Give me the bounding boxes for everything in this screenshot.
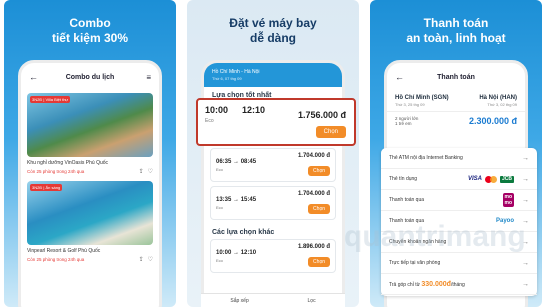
- installment-amount: 330.000đ: [421, 280, 451, 288]
- tour-card[interactable]: 3N2Đ | Villa Biệt thự Khu nghỉ dưỡng Vin…: [27, 93, 153, 175]
- share-icon[interactable]: ⇪: [139, 256, 144, 263]
- header-combo: ← Combo du lịch ≡: [21, 63, 159, 91]
- total-row: 2 người lớn 1 trẻ em 2.300.000 đ: [387, 111, 525, 130]
- panel-payment: Thanh toán an toàn, linh hoạt ← Thanh to…: [370, 0, 542, 307]
- airline-logo: Eco: [216, 204, 223, 210]
- momo-logo: mo mo: [502, 193, 514, 207]
- chevron-right-icon: →: [522, 154, 529, 162]
- visa-logo: VISA: [467, 175, 482, 182]
- jcb-logo: JCB: [499, 175, 514, 183]
- method-payoo[interactable]: Thanh toán qua Payoo →: [381, 211, 537, 232]
- depart-date: Thứ 3, 25 thg 09: [395, 102, 425, 107]
- choose-button[interactable]: Chọn: [315, 126, 346, 138]
- choose-button[interactable]: Chọn: [308, 204, 330, 214]
- payment-methods: Thẻ ATM nội địa Internet Banking → Thẻ tí…: [381, 148, 537, 296]
- panel-combo: Combo tiết kiệm 30% ← Combo du lịch ≡ 3N…: [4, 0, 176, 307]
- tour-tag: 3N2Đ | Ăn sáng: [30, 184, 63, 191]
- chevron-right-icon: →: [522, 238, 529, 246]
- availability-note: Còn 25 phòng trong 24h qua: [27, 169, 85, 174]
- arrival-time: 12:10: [242, 105, 266, 115]
- method-atm[interactable]: Thẻ ATM nội địa Internet Banking →: [381, 148, 537, 169]
- total-amount: 2.300.000 đ: [468, 116, 517, 126]
- tour-card[interactable]: 3N2Đ | Ăn sáng Vinpearl Resort & Golf Ph…: [27, 181, 153, 263]
- departure-time: 10:00: [205, 105, 229, 115]
- chevron-right-icon: →: [522, 259, 529, 267]
- flight-option[interactable]: 13:35 → 15:45 Eco 1.704.000 đ Chọn: [210, 186, 336, 220]
- menu-icon[interactable]: ≡: [137, 73, 151, 82]
- flight-price: 1.704.000 đ: [297, 153, 330, 159]
- section-other: Các lựa chọn khác: [212, 229, 275, 236]
- method-credit-card[interactable]: Thẻ tín dụng VISA JCB →: [381, 169, 537, 190]
- chevron-right-icon: →: [522, 196, 529, 204]
- mastercard-logo: [484, 175, 497, 183]
- method-bank-transfer[interactable]: Chuyển khoản ngân hàng →: [381, 232, 537, 253]
- route-date: Thứ 6, 07 thg 09: [212, 76, 242, 81]
- chevron-right-icon: →: [522, 175, 529, 183]
- best-price: 1.756.000 đ: [297, 110, 346, 120]
- tour-name: Khu nghỉ dưỡng VinOasis Phú Quốc: [27, 160, 109, 166]
- choose-button[interactable]: Chọn: [308, 166, 330, 176]
- headline-flights: Đặt vé máy bay dễ dàng: [229, 16, 317, 45]
- destination: Hà Nội (HAN): [479, 95, 517, 101]
- flight-option[interactable]: 06:35 → 08:45 Eco 1.704.000 đ Chọn: [210, 148, 336, 182]
- flight-option[interactable]: 10:00 → 12:10 Eco 1.896.000 đ Chọn: [210, 239, 336, 273]
- screen-title: Combo du lịch: [65, 73, 115, 81]
- origin: Hồ Chí Minh (SGN): [395, 95, 449, 101]
- method-office[interactable]: Trực tiếp tại văn phòng →: [381, 253, 537, 274]
- back-arrow-icon[interactable]: ←: [29, 72, 43, 82]
- share-icon[interactable]: ⇪: [139, 168, 144, 175]
- passenger-sub: 1 trẻ em: [395, 121, 412, 126]
- resort-photo: 3N2Đ | Villa Biệt thự: [27, 93, 153, 157]
- method-installment[interactable]: Trả góp chỉ từ 330.000đ/tháng →: [381, 274, 537, 295]
- panel-flights: Đặt vé máy bay dễ dàng Hồ Chí Minh - Hà …: [187, 0, 359, 307]
- tour-tag: 3N2Đ | Villa Biệt thự: [30, 96, 71, 103]
- filter-button[interactable]: Lọc: [308, 298, 316, 304]
- route-bar[interactable]: Hồ Chí Minh - Hà Nội Thứ 6, 07 thg 09: [204, 63, 342, 87]
- payoo-logo: Payoo: [495, 218, 514, 224]
- airline-logo: Eco: [216, 166, 223, 172]
- flight-price: 1.896.000 đ: [297, 244, 330, 250]
- phone-combo: ← Combo du lịch ≡ 3N2Đ | Villa Biệt thự …: [18, 60, 162, 307]
- sort-button[interactable]: Sắp xếp: [230, 298, 248, 304]
- airline-logo: Eco: [216, 257, 223, 263]
- resort-photo: 3N2Đ | Ăn sáng: [27, 181, 153, 245]
- headline-payment: Thanh toán an toàn, linh hoạt: [406, 16, 506, 45]
- best-flight-card[interactable]: 10:00 12:10 Eco 1.756.000 đ Chọn: [196, 98, 356, 146]
- availability-note: Còn 25 phòng trong 24h qua: [27, 257, 85, 262]
- route-label: Hồ Chí Minh - Hà Nội: [212, 69, 260, 75]
- chevron-right-icon: →: [522, 280, 529, 288]
- method-momo[interactable]: Thanh toán qua mo mo →: [381, 190, 537, 211]
- chevron-right-icon: →: [522, 217, 529, 225]
- tour-name: Vinpearl Resort & Golf Phú Quốc: [27, 248, 101, 254]
- headline-combo: Combo tiết kiệm 30%: [51, 16, 129, 45]
- heart-icon[interactable]: ♡: [148, 168, 153, 175]
- flight-price: 1.704.000 đ: [297, 191, 330, 197]
- heart-icon[interactable]: ♡: [148, 256, 153, 263]
- bottom-bar: Sắp xếp Lọc: [201, 293, 345, 307]
- return-date: Thứ 3, 02 thg 09: [487, 102, 517, 107]
- trip-summary: Hồ Chí Minh (SGN) Hà Nội (HAN) Thứ 3, 25 …: [387, 91, 525, 111]
- header-payment: ← Thanh toán: [387, 63, 525, 91]
- choose-button[interactable]: Chọn: [308, 257, 330, 267]
- back-arrow-icon[interactable]: ←: [395, 72, 409, 82]
- screen-title: Thanh toán: [437, 73, 475, 81]
